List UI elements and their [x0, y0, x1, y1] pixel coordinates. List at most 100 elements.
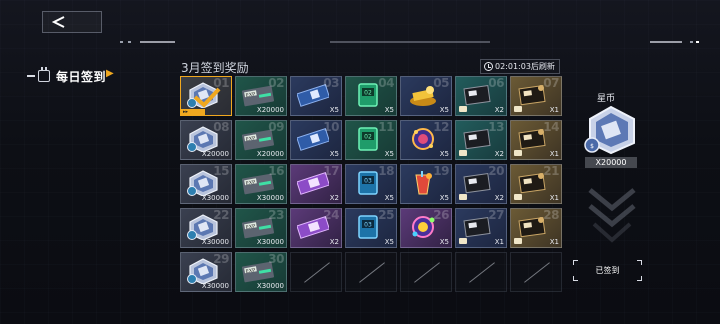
- empty-slot: [400, 252, 452, 292]
- reward-cell-day-24[interactable]: 24 X2: [290, 208, 342, 248]
- reward-quantity: X5: [384, 238, 394, 246]
- reward-quantity: X5: [439, 194, 449, 202]
- reward-quantity: X30000: [256, 194, 284, 202]
- header-divider: [120, 41, 699, 43]
- back-arrow-icon: [52, 16, 65, 28]
- item-tag-icon: [459, 150, 467, 156]
- reward-cell-day-22[interactable]: 22 X30000: [180, 208, 232, 248]
- panel-title: 3月签到奖励: [181, 61, 249, 75]
- reward-cell-day-01[interactable]: 01 ▸▸: [180, 76, 232, 116]
- reward-cell-day-14[interactable]: 14 X1: [510, 120, 562, 160]
- reward-quantity: X2: [494, 150, 504, 158]
- reward-cell-day-06[interactable]: 06 X2: [455, 76, 507, 116]
- reward-quantity: X20000: [256, 150, 284, 158]
- today-marker-icon: ▸▸: [181, 109, 205, 115]
- reward-cell-day-13[interactable]: 13 X2: [455, 120, 507, 160]
- day-number: 15: [213, 164, 229, 178]
- reward-cell-day-27[interactable]: 27 X1: [455, 208, 507, 248]
- day-number: 29: [213, 252, 229, 266]
- day-number: 21: [543, 164, 559, 178]
- reward-cell-day-10[interactable]: 10 X5: [290, 120, 342, 160]
- day-number: 18: [378, 164, 394, 178]
- reward-cell-day-16[interactable]: EXP 16 X30000: [235, 164, 287, 204]
- reward-cell-day-03[interactable]: 03 X5: [290, 76, 342, 116]
- clock-icon: [484, 62, 493, 71]
- reward-cell-day-26[interactable]: 26 X5: [400, 208, 452, 248]
- item-tag-icon: [459, 106, 467, 112]
- reward-cell-day-28[interactable]: 28 X1: [510, 208, 562, 248]
- reward-quantity: X2: [494, 106, 504, 114]
- reward-cell-day-19[interactable]: 19 X5: [400, 164, 452, 204]
- reward-quantity: X2: [329, 238, 339, 246]
- item-tag-icon: [514, 150, 522, 156]
- reward-cell-day-07[interactable]: 07 X1: [510, 76, 562, 116]
- day-number: 09: [268, 120, 284, 134]
- reward-cell-day-17[interactable]: 17 X2: [290, 164, 342, 204]
- reward-cell-day-04[interactable]: 02 04 X5: [345, 76, 397, 116]
- day-number: 30: [268, 252, 284, 266]
- reward-quantity: X2: [329, 194, 339, 202]
- day-number: 05: [433, 76, 449, 90]
- reward-quantity: X30000: [201, 282, 229, 290]
- reward-cell-day-08[interactable]: 08 X20000: [180, 120, 232, 160]
- day-number: 14: [543, 120, 559, 134]
- signed-button[interactable]: 已签到: [573, 260, 642, 281]
- item-tag-icon: [514, 106, 522, 112]
- day-number: 02: [268, 76, 284, 90]
- empty-slot: [290, 252, 342, 292]
- reward-cell-day-23[interactable]: EXP 23 X30000: [235, 208, 287, 248]
- item-tag-icon: [459, 238, 467, 244]
- refresh-timer: 02:01:03后刷新: [480, 59, 560, 74]
- reward-quantity: X5: [439, 106, 449, 114]
- empty-slot: [510, 252, 562, 292]
- reward-cell-day-12[interactable]: 12 X5: [400, 120, 452, 160]
- day-number: 07: [543, 76, 559, 90]
- reward-cell-day-15[interactable]: 15 X30000: [180, 164, 232, 204]
- reward-cell-day-30[interactable]: EXP 30 X30000: [235, 252, 287, 292]
- back-button[interactable]: [42, 11, 102, 33]
- reward-quantity: X20000: [585, 157, 637, 168]
- reward-quantity: X20000: [201, 150, 229, 158]
- empty-slot: [345, 252, 397, 292]
- day-number: 06: [488, 76, 504, 90]
- reward-grid: 01 ▸▸ EXP 02 X20000 03 X5 02 04 X5 05 X5 06 X2 07 X1 08 X…: [180, 76, 562, 294]
- svg-text:$: $: [590, 143, 594, 150]
- reward-quantity: X1: [549, 150, 559, 158]
- chevron-down-icon: [588, 188, 636, 243]
- reward-cell-day-02[interactable]: EXP 02 X20000: [235, 76, 287, 116]
- reward-cell-day-25[interactable]: 03 25 X5: [345, 208, 397, 248]
- reward-cell-day-09[interactable]: EXP 09 X20000: [235, 120, 287, 160]
- day-number: 22: [213, 208, 229, 222]
- reward-quantity: X30000: [256, 238, 284, 246]
- item-tag-icon: [514, 238, 522, 244]
- reward-quantity: X1: [494, 238, 504, 246]
- day-number: 10: [323, 120, 339, 134]
- reward-quantity: X5: [329, 106, 339, 114]
- signed-label: 已签到: [595, 266, 620, 275]
- star-coin-icon: $: [584, 105, 635, 155]
- reward-cell-day-18[interactable]: 03 18 X5: [345, 164, 397, 204]
- reward-quantity: X5: [439, 150, 449, 158]
- reward-quantity: X20000: [256, 106, 284, 114]
- tab-daily-signin[interactable]: 每日签到: [56, 68, 106, 85]
- reward-quantity: X1: [549, 106, 559, 114]
- tab-arrow-icon: ▶: [106, 68, 114, 79]
- svg-text:03: 03: [364, 178, 372, 185]
- reward-cell-day-20[interactable]: 20 X2: [455, 164, 507, 204]
- reward-cell-day-05[interactable]: 05 X5: [400, 76, 452, 116]
- reward-quantity: X2: [494, 194, 504, 202]
- day-number: 11: [378, 120, 394, 134]
- reward-quantity: X1: [549, 238, 559, 246]
- day-number: 24: [323, 208, 339, 222]
- timer-text: 02:01:03后刷新: [495, 62, 555, 71]
- empty-slot: [455, 252, 507, 292]
- reward-cell-day-11[interactable]: 02 11 X5: [345, 120, 397, 160]
- day-number: 26: [433, 208, 449, 222]
- reward-cell-day-21[interactable]: 21 X1: [510, 164, 562, 204]
- reward-title: 星币: [597, 94, 616, 104]
- reward-quantity: X5: [439, 238, 449, 246]
- day-number: 27: [488, 208, 504, 222]
- reward-cell-day-29[interactable]: 29 X30000: [180, 252, 232, 292]
- tab-indicator: [27, 75, 35, 77]
- day-number: 16: [268, 164, 284, 178]
